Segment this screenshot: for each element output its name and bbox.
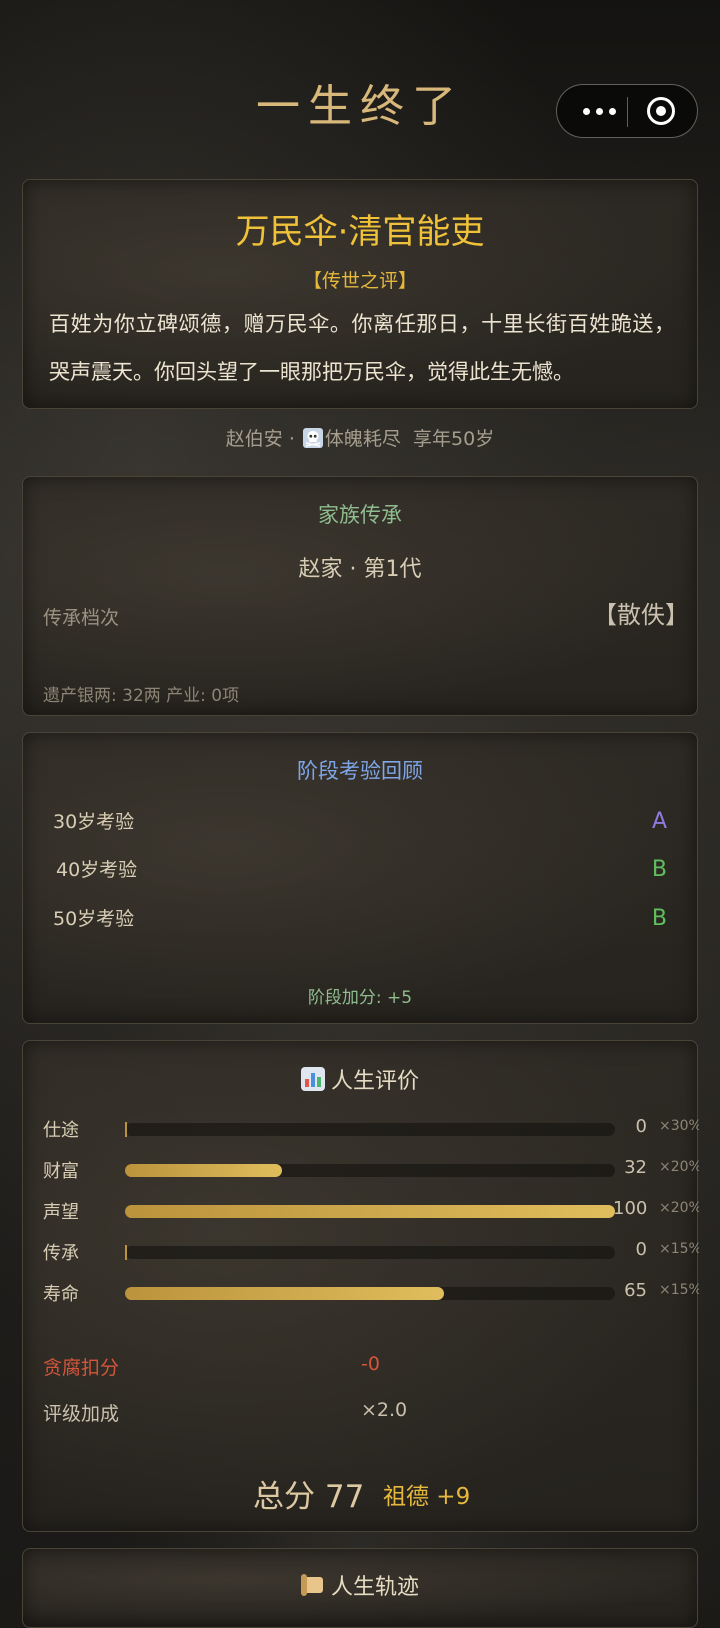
score-weight: ×30% bbox=[659, 1118, 699, 1134]
score-value: 0 bbox=[635, 1239, 647, 1260]
family-heading: 家族传承 bbox=[318, 503, 402, 527]
score-weight: ×15% bbox=[659, 1282, 699, 1298]
death-age: 享年50岁 bbox=[413, 428, 495, 450]
evaluation-heading: 人生评价 bbox=[23, 1063, 697, 1095]
verdict-description: 百姓为你立碑颂德，赠万民伞。你离任那日，十里长街百姓跪送，哭声震天。你回头望了一… bbox=[49, 312, 675, 384]
death-cause: 体魄耗尽 bbox=[324, 428, 401, 450]
mini-program-capsule bbox=[556, 84, 698, 138]
score-row: 仕途 0 ×30% bbox=[43, 1113, 699, 1143]
score-row: 财富 32 ×20% bbox=[43, 1154, 699, 1184]
verdict-tag: 【传世之评】 bbox=[302, 270, 417, 292]
score-value: 65 bbox=[624, 1280, 647, 1301]
score-label: 声望 bbox=[43, 1202, 79, 1223]
bar-chart-icon bbox=[300, 1067, 325, 1091]
exam-row: 30岁考验 A bbox=[53, 807, 667, 843]
trajectory-heading-text: 人生轨迹 bbox=[330, 1575, 419, 1600]
multiplier-value: ×2.0 bbox=[361, 1399, 408, 1421]
tier-label: 传承档次 bbox=[43, 607, 120, 629]
score-label: 财富 bbox=[43, 1161, 79, 1182]
more-dots-icon[interactable] bbox=[579, 97, 623, 125]
evaluation-heading-text: 人生评价 bbox=[330, 1069, 419, 1094]
exam-row: 40岁考验 B bbox=[53, 855, 667, 891]
score-weight: ×20% bbox=[659, 1200, 699, 1216]
family-generation: 赵家 · 第1代 bbox=[298, 557, 422, 582]
corruption-value: -0 bbox=[361, 1353, 380, 1375]
family-card: 家族传承 赵家 · 第1代 传承档次 【散佚】 遗产银两: 32两 产业: 0项 bbox=[22, 476, 698, 716]
score-row: 寿命 65 ×15% bbox=[43, 1277, 699, 1307]
verdict-card: 万民伞·清官能吏 【传世之评】 百姓为你立碑颂德，赠万民伞。你离任那日，十里长街… bbox=[22, 179, 698, 409]
score-bar-track bbox=[125, 1205, 615, 1218]
name-separator: · bbox=[282, 428, 301, 450]
skull-icon bbox=[302, 428, 323, 448]
capsule-divider bbox=[627, 97, 628, 127]
score-weight: ×20% bbox=[659, 1159, 699, 1175]
corruption-label: 贪腐扣分 bbox=[43, 1357, 120, 1379]
exam-heading: 阶段考验回顾 bbox=[297, 759, 423, 783]
score-label: 寿命 bbox=[43, 1284, 79, 1305]
score-label: 传承 bbox=[43, 1243, 79, 1264]
score-weight: ×15% bbox=[659, 1241, 699, 1257]
score-bar-track bbox=[125, 1245, 615, 1260]
death-info: 赵伯安 · 体魄耗尽 享年50岁 bbox=[0, 424, 720, 451]
tier-value: 【散佚】 bbox=[593, 601, 689, 629]
exam-grade: A bbox=[651, 809, 667, 834]
family-assets: 遗产银两: 32两 产业: 0项 bbox=[43, 686, 240, 706]
exam-grade: B bbox=[651, 857, 667, 882]
multiplier-label: 评级加成 bbox=[43, 1403, 120, 1425]
score-bar-fill bbox=[125, 1287, 444, 1300]
target-close-icon[interactable] bbox=[647, 97, 675, 125]
exam-name: 40岁考验 bbox=[56, 859, 138, 881]
score-bar-track bbox=[125, 1287, 615, 1300]
score-bar-fill bbox=[125, 1164, 282, 1177]
life-trajectory-card: 人生轨迹 bbox=[22, 1548, 698, 1628]
score-bar-track bbox=[125, 1164, 615, 1177]
exam-grade: B bbox=[651, 906, 667, 931]
life-evaluation-card: 人生评价 仕途 0 ×30% 财富 32 ×20% 声望 100 ×20% 传承 0 ×15% 寿命 65… bbox=[22, 1040, 699, 1532]
exam-review-card: 阶段考验回顾 30岁考验 A 40岁考验 B 50岁考验 B 阶段加分: +5 bbox=[22, 732, 698, 1024]
score-row: 传承 0 ×15% bbox=[43, 1236, 699, 1266]
exam-name: 30岁考验 bbox=[53, 811, 135, 833]
trajectory-heading: 人生轨迹 bbox=[23, 1569, 697, 1601]
score-bar-fill bbox=[125, 1122, 127, 1137]
score-label: 仕途 bbox=[43, 1120, 79, 1141]
exam-name: 50岁考验 bbox=[53, 908, 135, 930]
exam-row: 50岁考验 B bbox=[53, 904, 667, 940]
verdict-title: 万民伞·清官能吏 bbox=[235, 212, 485, 252]
total-score: 总分 77 bbox=[253, 1479, 365, 1515]
score-bar-fill bbox=[125, 1205, 615, 1218]
scroll-icon bbox=[300, 1573, 325, 1597]
character-name: 赵伯安 bbox=[225, 428, 283, 450]
score-value: 0 bbox=[635, 1116, 647, 1137]
score-bar-track bbox=[125, 1122, 615, 1137]
score-row: 声望 100 ×20% bbox=[43, 1195, 699, 1225]
ancestor-bonus: 祖德 +9 bbox=[383, 1484, 471, 1510]
score-bar-fill bbox=[125, 1245, 127, 1260]
exam-bonus: 阶段加分: +5 bbox=[307, 988, 413, 1008]
score-value: 32 bbox=[624, 1157, 647, 1178]
score-value: 100 bbox=[613, 1198, 648, 1219]
